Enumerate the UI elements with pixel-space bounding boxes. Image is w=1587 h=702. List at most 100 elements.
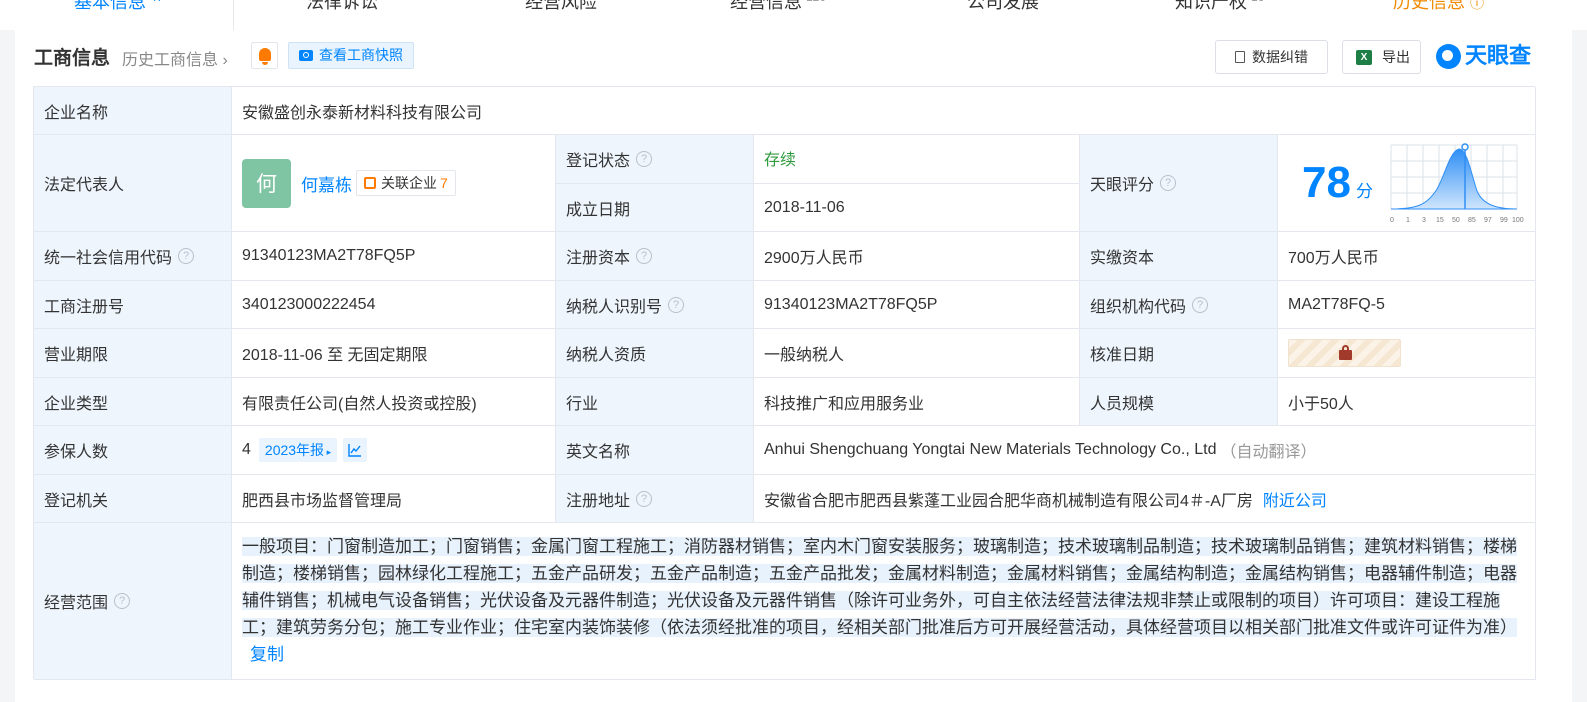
label-text: 登记机关 [44,492,109,510]
tab-label: 基本信息 [74,0,146,12]
paid-capital: 700万人民币 [1288,250,1379,267]
axis-tick: 99 [1500,217,1508,224]
axis-tick: 3 [1422,217,1426,224]
help-icon[interactable]: ? [636,151,653,167]
value-business-term: 2018-11-06 至 无固定期限 [232,329,556,378]
score-axis: 0 1 3 15 50 85 97 99 100 [1388,217,1524,227]
tab-label: 历史信息 [1393,0,1465,12]
value-reg-address: 安徽省合肥市肥西县紫蓬工业园合肥华商机械制造有限公司4＃-A厂房 附近公司 [754,475,1536,523]
company-name: 安徽盛创永泰新材料科技有限公司 [242,104,483,122]
trend-chart-button[interactable] [343,438,368,462]
value-approve-date [1278,329,1536,378]
tab-label: 公司发展 [967,0,1039,12]
tab-development[interactable]: 公司发展 [967,0,1039,14]
reg-capital: 2900万人民币 [764,250,864,267]
label-text: 注册资本 [566,250,631,267]
value-legal-rep: 何 何嘉栋 关联企业 7 [232,135,556,232]
related-companies-button[interactable]: 关联企业 7 [356,170,456,196]
label-text: 组织机构代码 [1090,298,1187,316]
value-reg-number: 340123000222454 [232,281,556,329]
label-text: 企业名称 [44,104,109,122]
axis-tick: 15 [1436,217,1444,224]
label-text: 成立日期 [566,201,631,219]
business-term: 2018-11-06 至 无固定期限 [242,347,428,364]
label-text: 人员规模 [1090,395,1155,413]
help-icon[interactable]: ? [636,248,653,264]
label-company-type: 企业类型 [34,378,232,426]
help-icon[interactable]: ? [1160,175,1177,191]
tab-legal[interactable]: 法律诉讼 [306,0,378,14]
label-reg-status: 登记状态? [556,135,754,184]
network-icon [364,177,376,189]
label-text: 纳税人资质 [566,347,647,364]
history-link-label: 历史工商信息 [122,52,219,69]
annual-report-button[interactable]: 2023年报 ▸ [258,438,338,462]
score-value: 78 [1302,158,1351,207]
tab-risk[interactable]: 经营风险 [525,0,597,14]
score-distribution-chart [1390,143,1518,210]
value-reg-authority: 肥西县市场监督管理局 [232,475,556,523]
tab-count: 120 [806,0,826,4]
label-text: 注册地址 [566,492,631,510]
english-name: Anhui Shengchuang Yongtai New Materials … [764,441,1217,458]
brand-name: 天眼查 [1465,43,1532,68]
vip-locked-field[interactable] [1288,339,1401,367]
value-found-date: 2018-11-06 [754,184,1080,232]
label-text: 天眼评分 [1090,177,1155,194]
tab-label: 经营风险 [525,0,597,12]
camera-icon [299,50,313,61]
label-staff-size: 人员规模 [1080,378,1278,426]
found-date: 2018-11-06 [764,198,845,216]
label-insured: 参保人数 [34,426,232,475]
business-info-panel: 工商信息 历史工商信息 › 查看工商快照 数据纠错 X 导出 天眼查 企业名称 安… [15,30,1572,702]
value-reg-capital: 2900万人民币 [754,232,1080,281]
help-icon[interactable]: ? [114,593,131,609]
reg-authority: 肥西县市场监督管理局 [242,492,403,510]
axis-tick: 50 [1452,217,1460,224]
avatar[interactable]: 何 [242,158,291,208]
data-correction-button[interactable]: 数据纠错 [1215,40,1328,74]
axis-tick: 97 [1484,217,1492,224]
export-button[interactable]: X 导出 [1342,40,1421,74]
label-text: 法定代表人 [44,177,125,194]
value-credit-code: 91340123MA2T78FQ5P [232,232,556,281]
line-chart-icon [348,444,362,457]
value-company-name: 安徽盛创永泰新材料科技有限公司 [232,87,1536,135]
company-type: 有限责任公司(自然人投资或控股) [242,395,477,413]
label-business-term: 营业期限 [34,329,232,378]
tab-basic-info[interactable]: 基本信息 47 [74,0,163,14]
related-count: 7 [440,175,448,191]
tab-history[interactable]: 历史信息 ⓘ [1393,0,1484,14]
export-label: 导出 [1382,49,1410,65]
nearby-companies-link[interactable]: 附近公司 [1263,487,1327,511]
value-industry: 科技推广和应用服务业 [754,378,1080,426]
help-icon[interactable]: ? [178,248,195,264]
help-icon[interactable]: ? [1192,296,1209,313]
label-credit-code: 统一社会信用代码? [34,232,232,281]
legal-rep-name-link[interactable]: 何嘉栋 [301,171,352,196]
label-reg-authority: 登记机关 [34,475,232,523]
taxpayer-id: 91340123MA2T78FQ5P [764,295,938,313]
label-company-name: 企业名称 [34,87,232,135]
tab-operation[interactable]: 经营信息 120 [730,0,826,14]
value-score[interactable]: 78 分 0 1 3 15 50 85 97 99 100 [1278,135,1536,232]
help-icon[interactable]: ? [668,296,685,313]
copy-button[interactable]: 复制 [250,645,284,664]
label-text: 登记状态 [566,153,631,170]
report-label: 2023年报 [264,442,325,458]
value-staff-size: 小于50人 [1278,378,1536,426]
staff-size: 小于50人 [1288,395,1354,413]
eye-logo-icon [1436,44,1461,69]
label-reg-number: 工商注册号 [34,281,232,329]
insured-count: 4 [242,441,251,458]
tab-label: 经营信息 [730,0,802,12]
help-icon: ⓘ [1470,0,1485,11]
reg-address: 安徽省合肥市肥西县紫蓬工业园合肥华商机械制造有限公司4＃-A厂房 [764,492,1253,510]
label-text: 行业 [566,395,599,413]
tab-ip[interactable]: 知识产权 16 [1175,0,1264,14]
label-taxpayer-qual: 纳税人资质 [556,329,754,378]
help-icon[interactable]: ? [636,490,653,507]
snapshot-button[interactable]: 查看工商快照 [288,42,414,69]
monitor-button[interactable] [251,42,278,69]
history-info-link[interactable]: 历史工商信息 › [122,46,228,70]
